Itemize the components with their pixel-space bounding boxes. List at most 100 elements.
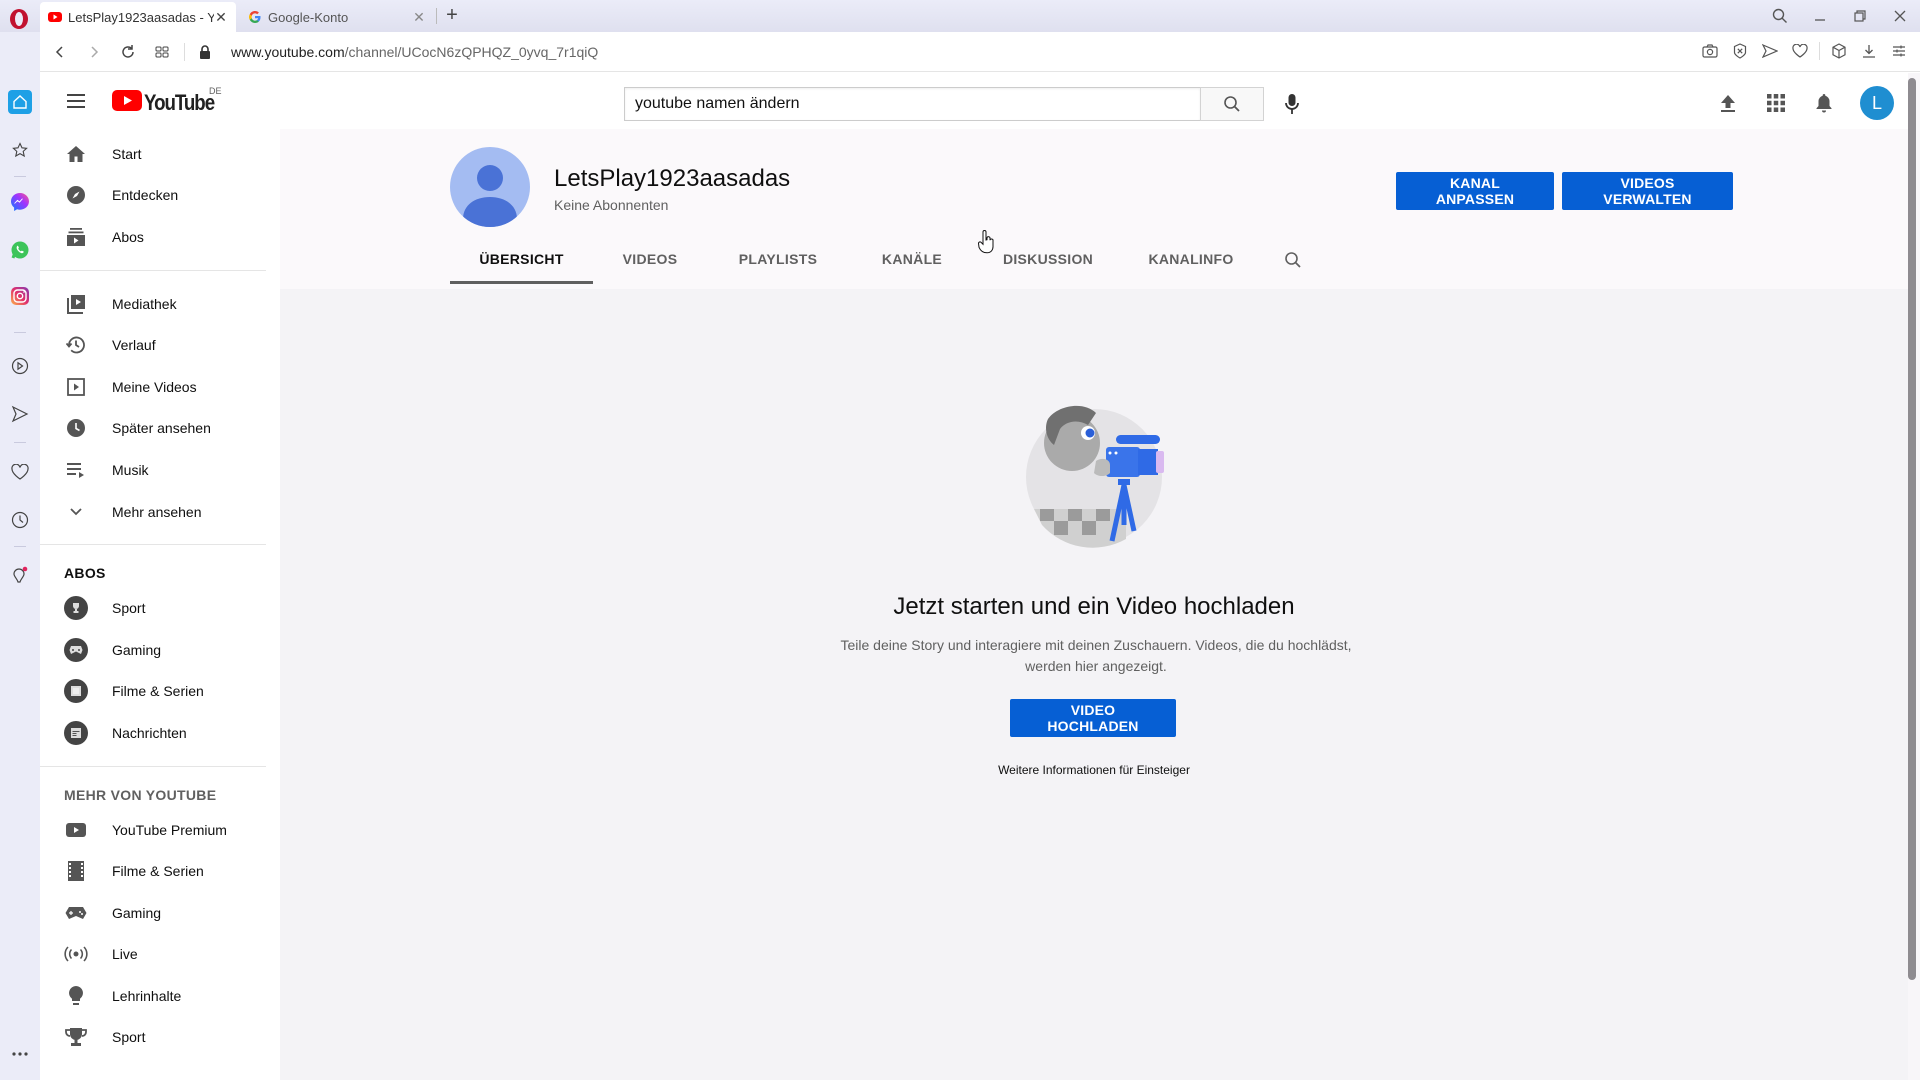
search-tabs-icon[interactable] (1768, 4, 1792, 28)
tab-videos[interactable]: VIDEOS (593, 236, 707, 284)
guide-item-start[interactable]: Start (40, 133, 280, 175)
adblock-icon[interactable] (1729, 38, 1751, 64)
guide-label: Entdecken (112, 187, 179, 204)
guide-item-filme-serien[interactable]: Filme & Serien (40, 850, 280, 892)
guide-abo-nachrichten[interactable]: Nachrichten (40, 712, 280, 754)
youtube-logo-icon (112, 90, 142, 116)
youtube-play-icon (64, 818, 88, 842)
downloads-icon[interactable] (1858, 38, 1880, 64)
send-icon[interactable] (8, 402, 32, 426)
guide-item-sport[interactable]: Sport (40, 1017, 280, 1059)
restore-icon[interactable] (1848, 4, 1872, 28)
youtube-favicon-icon (48, 10, 62, 24)
guide-separator (40, 544, 266, 546)
guide-separator (40, 269, 266, 271)
hamburger-menu-icon[interactable] (64, 89, 88, 113)
guide-item-mehr-ansehen[interactable]: Mehr ansehen (40, 491, 280, 533)
notifications-bell-icon[interactable] (1804, 83, 1844, 123)
scrollbar-thumb[interactable] (1908, 78, 1916, 980)
easy-setup-icon[interactable] (1888, 38, 1910, 64)
voice-search-mic-icon[interactable] (1272, 84, 1312, 124)
guide-label: Verlauf (112, 337, 156, 354)
empty-state-title: Jetzt starten und ein Video hochladen (893, 593, 1295, 620)
account-avatar[interactable]: L (1860, 86, 1894, 120)
speed-dial-icon[interactable] (148, 38, 176, 66)
upload-icon[interactable] (1708, 83, 1748, 123)
tab-uebersicht[interactable]: ÜBERSICHT (450, 236, 593, 284)
tab-kanaele[interactable]: KANÄLE (849, 236, 975, 284)
lock-icon[interactable] (191, 38, 219, 66)
manage-videos-button[interactable]: VIDEOS VERWALTEN (1562, 172, 1733, 210)
reload-button[interactable] (114, 38, 142, 66)
search-input[interactable] (624, 87, 1200, 121)
tab-youtube-channel[interactable]: LetsPlay1923aasadas - You ✕ (40, 2, 236, 32)
lightbulb-icon[interactable] (8, 564, 32, 588)
watch-later-icon (64, 416, 88, 440)
address-bar: www.youtube.com/channel/UCocN6zQPHQZ_0yv… (40, 32, 1920, 72)
channel-header: LetsPlay1923aasadas Keine Abonnenten KAN… (280, 129, 1908, 289)
guide-label: YouTube Premium (112, 821, 227, 838)
customize-channel-button[interactable]: KANAL ANPASSEN (1396, 172, 1554, 210)
star-icon[interactable] (8, 138, 32, 162)
heart-icon[interactable] (8, 460, 32, 484)
more-icon[interactable] (8, 1042, 32, 1066)
guide-item-abos[interactable]: Abos (40, 216, 280, 258)
send-to-flow-icon[interactable] (1759, 38, 1781, 64)
youtube-logo[interactable]: YouTube DE (112, 86, 226, 116)
guide-item-gaming[interactable]: Gaming (40, 892, 280, 934)
browser-tab-bar: LetsPlay1923aasadas - You ✕ Google-Konto… (0, 0, 1920, 32)
snapshot-icon[interactable] (1699, 38, 1721, 64)
trophy-channel-icon (64, 596, 88, 621)
guide-item-lehrinhalte[interactable]: Lehrinhalte (40, 975, 280, 1017)
guide-item-verlauf[interactable]: Verlauf (40, 324, 280, 366)
tab-diskussion[interactable]: DISKUSSION (975, 236, 1121, 284)
tab-playlists[interactable]: PLAYLISTS (707, 236, 849, 284)
guide-item-mediathek[interactable]: Mediathek (40, 283, 280, 325)
instagram-icon[interactable] (8, 284, 32, 308)
history-icon[interactable] (8, 508, 32, 532)
opera-logo-icon[interactable] (8, 8, 30, 30)
home-icon[interactable] (8, 90, 32, 114)
back-button[interactable] (46, 38, 74, 66)
guide-item-live[interactable]: Live (40, 934, 280, 976)
film-channel-icon (64, 679, 88, 704)
forward-button[interactable] (80, 38, 108, 66)
beginner-info-link[interactable]: Weitere Informationen für Einsteiger (280, 763, 1908, 777)
guide-item-musik[interactable]: Musik (40, 449, 280, 491)
guide-abo-sport[interactable]: Sport (40, 587, 280, 629)
bookmark-heart-icon[interactable] (1789, 38, 1811, 64)
home-icon (64, 142, 88, 166)
guide-item-spaeter-ansehen[interactable]: Später ansehen (40, 408, 280, 450)
guide-item-youtube-premium[interactable]: YouTube Premium (40, 809, 280, 851)
minimize-icon[interactable] (1808, 4, 1832, 28)
country-code: DE (209, 86, 222, 96)
guide-abo-gaming[interactable]: Gaming (40, 629, 280, 671)
player-icon[interactable] (8, 354, 32, 378)
tab-separator (436, 8, 437, 24)
close-window-icon[interactable] (1888, 4, 1912, 28)
channel-avatar[interactable] (450, 147, 530, 227)
tab-google-konto[interactable]: Google-Konto ✕ (240, 2, 434, 32)
url-field[interactable]: www.youtube.com/channel/UCocN6zQPHQZ_0yv… (231, 44, 598, 60)
tab-close-icon[interactable]: ✕ (412, 10, 426, 24)
youtube-logo-text: YouTube (144, 90, 215, 115)
upload-video-button[interactable]: VIDEO HOCHLADEN (1010, 699, 1176, 737)
new-tab-button[interactable]: + (442, 5, 462, 26)
gamepad-icon (64, 901, 88, 925)
tab-kanalinfo[interactable]: KANALINFO (1121, 236, 1261, 284)
extensions-cube-icon[interactable] (1828, 38, 1850, 64)
apps-grid-icon[interactable] (1756, 83, 1796, 123)
search-button[interactable] (1200, 87, 1264, 121)
channel-search-icon[interactable] (1261, 236, 1325, 284)
subscriber-count: Keine Abonnenten (554, 197, 669, 213)
messenger-icon[interactable] (8, 190, 32, 214)
empty-state-description: Teile deine Story und interagiere mit de… (840, 637, 1352, 674)
guide-label: Später ansehen (112, 420, 211, 437)
tab-close-icon[interactable]: ✕ (214, 10, 228, 24)
sidebar-separator (14, 176, 26, 177)
whatsapp-icon[interactable] (8, 238, 32, 262)
guide-abo-filme-serien[interactable]: Filme & Serien (40, 671, 280, 713)
guide-item-meine-videos[interactable]: Meine Videos (40, 366, 280, 408)
guide-item-entdecken[interactable]: Entdecken (40, 175, 280, 217)
gamepad-channel-icon (64, 637, 88, 662)
